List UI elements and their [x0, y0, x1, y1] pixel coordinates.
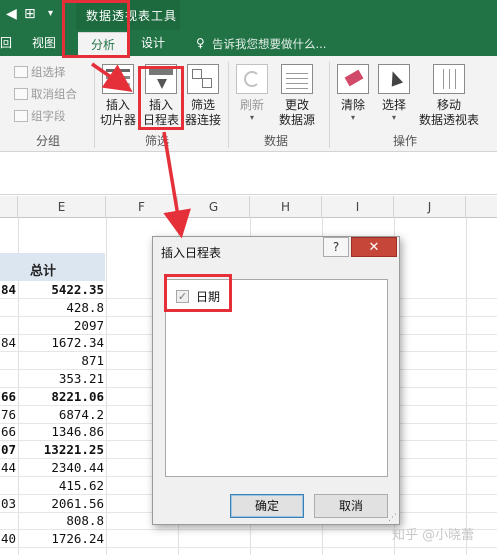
chevron-down-icon: ▾: [249, 113, 254, 122]
column-header-j[interactable]: J: [394, 196, 466, 218]
group-selection-button[interactable]: 组选择: [14, 63, 66, 81]
cell-e[interactable]: 2097: [14, 318, 104, 333]
help-button[interactable]: ?: [323, 237, 349, 257]
ungroup-icon: [14, 88, 28, 100]
cell-e[interactable]: 2340.44: [14, 460, 104, 475]
group-icon: [14, 66, 28, 78]
group-separator: [94, 62, 95, 148]
group-label: 分组: [36, 134, 61, 148]
resize-grip-icon[interactable]: ⋰: [388, 513, 397, 523]
tab-partial[interactable]: 回: [0, 34, 12, 56]
cancel-button[interactable]: 取消: [314, 494, 388, 518]
select-button[interactable]: 选择 ▾: [375, 64, 413, 123]
annotation-box-date-checkbox: [164, 274, 232, 312]
tell-me-search[interactable]: 告诉我您想要做什么...: [212, 36, 326, 52]
cell-e[interactable]: 8221.06: [14, 389, 104, 404]
tab-design[interactable]: 设计: [141, 34, 165, 56]
pivot-icon[interactable]: ⊞: [24, 5, 36, 23]
ok-button[interactable]: 确定: [230, 494, 304, 518]
ungroup-button[interactable]: 取消组合: [14, 85, 77, 103]
column-header-h[interactable]: H: [250, 196, 322, 218]
insert-slicer-button[interactable]: 插入 切片器: [98, 64, 138, 128]
cell-e[interactable]: 1346.86: [14, 424, 104, 439]
actions-group-label: 操作: [393, 134, 418, 148]
annotation-box-analyze-tab: [62, 0, 130, 58]
refresh-button[interactable]: 刷新 ▾: [232, 64, 272, 123]
filter-group-label: 筛选: [145, 134, 170, 148]
annotation-box-insert-timeline: [138, 66, 184, 130]
dialog-title: 插入日程表: [161, 246, 222, 260]
change-data-source-button[interactable]: 更改 数据源: [273, 64, 321, 128]
cell-e[interactable]: 1726.24: [14, 531, 104, 546]
group-field-icon: [14, 110, 28, 122]
cell-e[interactable]: 6874.2: [14, 407, 104, 422]
filter-connections-button[interactable]: 筛选 器连接: [182, 64, 224, 128]
slicer-icon: [102, 64, 134, 94]
cell-e[interactable]: 2061.56: [14, 496, 104, 511]
lightbulb-icon: ♀: [196, 36, 205, 50]
watermark: 知乎 @小晓蕾: [392, 528, 475, 543]
data-separator: [329, 62, 330, 148]
move-pivot-button[interactable]: 移动 数据透视表: [416, 64, 482, 128]
column-header-f[interactable]: F: [106, 196, 178, 218]
chevron-down-icon: ▾: [391, 113, 396, 122]
column-header-g[interactable]: G: [178, 196, 250, 218]
select-cursor-icon: [378, 64, 410, 94]
close-button[interactable]: ✕: [351, 237, 397, 257]
total-header[interactable]: 总计: [30, 260, 56, 279]
quick-access-dropdown-icon[interactable]: ▾: [48, 5, 53, 23]
data-source-icon: [281, 64, 313, 94]
chevron-down-icon: ▾: [350, 113, 355, 122]
move-pivot-icon: [433, 64, 465, 94]
eraser-icon: [337, 64, 369, 94]
cell-e[interactable]: 415.62: [14, 478, 104, 493]
cell-e[interactable]: 13221.25: [14, 442, 104, 457]
cell-e[interactable]: 871: [14, 353, 104, 368]
column-header-row: E F G H I J: [0, 196, 497, 218]
cell-e[interactable]: 5422.35: [14, 282, 104, 297]
grid-line: [0, 547, 497, 549]
refresh-icon: [236, 64, 268, 94]
filter-separator: [228, 62, 229, 148]
back-icon[interactable]: ◀: [6, 5, 17, 23]
cell-e[interactable]: 353.21: [14, 371, 104, 386]
formula-bar-area[interactable]: [0, 153, 497, 195]
column-header-e[interactable]: E: [18, 196, 106, 218]
clear-button[interactable]: 清除 ▾: [334, 64, 372, 123]
cell-e[interactable]: 1672.34: [14, 335, 104, 350]
column-header-d[interactable]: [0, 196, 18, 218]
tab-view[interactable]: 视图: [32, 34, 56, 56]
cell-e[interactable]: 428.8: [14, 300, 104, 315]
filter-connections-icon: [187, 64, 219, 94]
data-group-label: 数据: [264, 134, 289, 148]
group-field-button[interactable]: 组字段: [14, 107, 66, 125]
column-header-i[interactable]: I: [322, 196, 394, 218]
cell-e[interactable]: 808.8: [14, 513, 104, 528]
